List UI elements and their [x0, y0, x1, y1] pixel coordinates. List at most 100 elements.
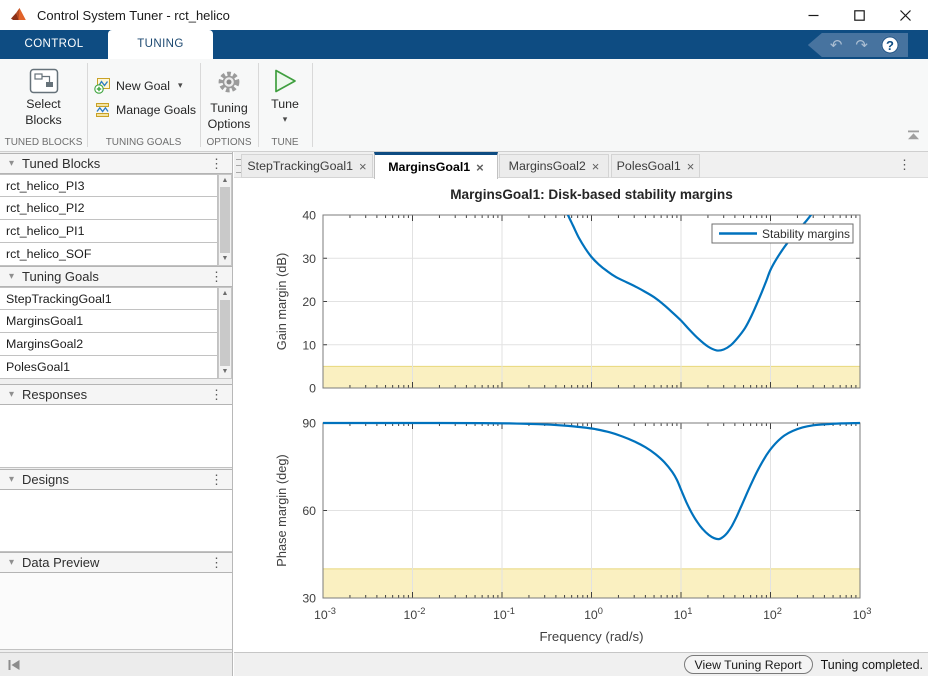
list-item[interactable]: rct_helico_PI3	[0, 174, 218, 197]
close-button[interactable]	[882, 0, 928, 30]
skip-to-start-icon	[6, 659, 22, 671]
y-tick-label: 60	[302, 504, 316, 518]
panel-header-tuned-blocks[interactable]: ▾ Tuned Blocks ⋮	[0, 153, 232, 174]
y-tick-label: 10	[302, 338, 316, 352]
tab-close-icon[interactable]: ×	[687, 160, 695, 173]
toolbar-separator	[312, 63, 313, 147]
doc-tab-label: PolesGoal1	[617, 159, 681, 173]
panel-menu-icon[interactable]: ⋮	[210, 555, 223, 571]
select-blocks-icon	[29, 68, 59, 94]
panel-header-designs[interactable]: ▾ Designs ⋮	[0, 469, 232, 490]
list-item[interactable]: rct_helico_PI2	[0, 197, 218, 220]
help-icon[interactable]: ?	[881, 36, 899, 54]
x-tick-label: 10-2	[404, 606, 426, 622]
collapse-ribbon-icon	[907, 130, 920, 140]
y-axis-label: Gain margin (dB)	[274, 253, 289, 350]
tab-close-icon[interactable]: ×	[359, 160, 367, 173]
list-item[interactable]: rct_helico_PI1	[0, 220, 218, 243]
y-tick-label: 40	[302, 209, 316, 223]
section-label-tuning-goals: TUNING GOALS	[87, 137, 200, 148]
panel-menu-icon[interactable]: ⋮	[210, 387, 223, 403]
tab-tuning[interactable]: TUNING	[108, 30, 213, 59]
section-tuning-goals: New Goal ▾ Manage Goals TUNING GOALS	[87, 59, 200, 151]
status-bar: View Tuning Report Tuning completed.	[234, 652, 928, 676]
list-item[interactable]: rct_helico_SOF	[0, 243, 218, 266]
app-window: Control System Tuner - rct_helico CONTRO…	[0, 0, 928, 676]
list-item[interactable]: StepTrackingGoal1	[0, 287, 218, 310]
x-tick-label: 101	[674, 606, 693, 622]
doc-tab-steptrackinggoal1[interactable]: StepTrackingGoal1 ×	[241, 154, 373, 178]
tuning-goals-list: StepTrackingGoal1 MarginsGoal1 MarginsGo…	[0, 287, 232, 379]
x-tick-label: 100	[584, 606, 603, 622]
collapse-ribbon-button[interactable]	[907, 127, 920, 145]
panel-menu-icon[interactable]: ⋮	[210, 156, 223, 172]
x-tick-label: 10-3	[314, 606, 336, 622]
window-controls	[790, 0, 928, 30]
x-tick-label: 10-1	[493, 606, 515, 622]
manage-goals-button[interactable]: Manage Goals	[94, 102, 196, 118]
responses-list	[0, 405, 232, 468]
select-blocks-button[interactable]: Select Blocks	[0, 68, 87, 128]
x-axis-label: Frequency (rad/s)	[539, 629, 643, 644]
panel-title: Designs	[22, 472, 210, 487]
y-tick-label: 0	[309, 382, 316, 396]
panel-menu-icon[interactable]: ⋮	[210, 269, 223, 285]
collapse-arrow-icon: ▾	[9, 474, 14, 485]
scrollbar[interactable]: ▲ ▼	[218, 174, 232, 266]
doc-tab-marginsgoal1[interactable]: MarginsGoal1 ×	[374, 152, 498, 179]
scrollbar-thumb[interactable]	[220, 187, 230, 253]
scroll-up-icon[interactable]: ▲	[219, 288, 231, 300]
new-goal-icon	[94, 77, 111, 94]
tab-control-system[interactable]: CONTROL SYSTEM	[0, 30, 108, 59]
matlab-logo-icon	[10, 7, 28, 24]
maximize-button[interactable]	[836, 0, 882, 30]
list-item[interactable]: PolesGoal1	[0, 356, 218, 379]
panel-title: Tuned Blocks	[22, 156, 210, 171]
scroll-down-icon[interactable]: ▼	[219, 253, 231, 265]
scroll-down-icon[interactable]: ▼	[219, 366, 231, 378]
manage-goals-icon	[94, 102, 111, 118]
doc-tab-polesgoal1[interactable]: PolesGoal1 ×	[611, 154, 700, 178]
tab-close-icon[interactable]: ×	[592, 160, 600, 173]
dropdown-arrow-icon: ▾	[283, 114, 288, 125]
scrollbar[interactable]: ▲ ▼	[218, 287, 232, 379]
redo-icon[interactable]: ↷	[855, 38, 868, 53]
view-tuning-report-button[interactable]: View Tuning Report	[684, 655, 813, 674]
section-tuned-blocks: Select Blocks TUNED BLOCKS	[0, 59, 87, 151]
list-item[interactable]: MarginsGoal2	[0, 333, 218, 356]
doc-tab-marginsgoal2[interactable]: MarginsGoal2 ×	[499, 154, 609, 178]
bottom-row: View Tuning Report Tuning completed.	[0, 652, 928, 676]
scroll-up-icon[interactable]: ▲	[219, 175, 231, 187]
panel-title: Data Preview	[22, 555, 210, 570]
minimize-icon	[808, 10, 819, 21]
margins-plot: 010203040Gain margin (dB)MarginsGoal1: D…	[234, 178, 928, 652]
x-tick-label: 103	[853, 606, 872, 622]
section-tune: Tune ▾ TUNE	[258, 59, 312, 151]
tab-close-icon[interactable]: ×	[476, 161, 484, 174]
list-item[interactable]: MarginsGoal1	[0, 310, 218, 333]
undo-icon[interactable]: ↶	[830, 38, 843, 53]
doc-tab-label: MarginsGoal1	[388, 160, 470, 174]
panel-header-responses[interactable]: ▾ Responses ⋮	[0, 384, 232, 405]
section-label-options: OPTIONS	[200, 137, 258, 148]
doc-tab-label: StepTrackingGoal1	[247, 159, 353, 173]
section-options: Tuning Options OPTIONS	[200, 59, 258, 151]
tuning-options-button[interactable]: Tuning Options	[200, 68, 258, 132]
y-tick-label: 90	[302, 417, 316, 431]
panel-header-tuning-goals[interactable]: ▾ Tuning Goals ⋮	[0, 266, 232, 287]
minimize-button[interactable]	[790, 0, 836, 30]
tabbar-menu-icon[interactable]: ⋮	[898, 157, 911, 173]
y-axis-label: Phase margin (deg)	[274, 454, 289, 566]
new-goal-button[interactable]: New Goal ▾	[94, 77, 183, 94]
panel-header-data-preview[interactable]: ▾ Data Preview ⋮	[0, 552, 232, 573]
y-tick-label: 30	[302, 592, 316, 606]
collapse-sidebar-button[interactable]	[6, 658, 22, 676]
stability-margins-curve	[558, 189, 825, 350]
quick-access-toolbar: ↶ ↷ ?	[808, 33, 908, 57]
collapse-arrow-icon: ▾	[9, 271, 14, 282]
manage-goals-label: Manage Goals	[116, 103, 196, 117]
panel-menu-icon[interactable]: ⋮	[210, 472, 223, 488]
scrollbar-thumb[interactable]	[220, 300, 230, 366]
tune-button[interactable]: Tune ▾	[258, 68, 312, 125]
y-tick-label: 20	[302, 295, 316, 309]
